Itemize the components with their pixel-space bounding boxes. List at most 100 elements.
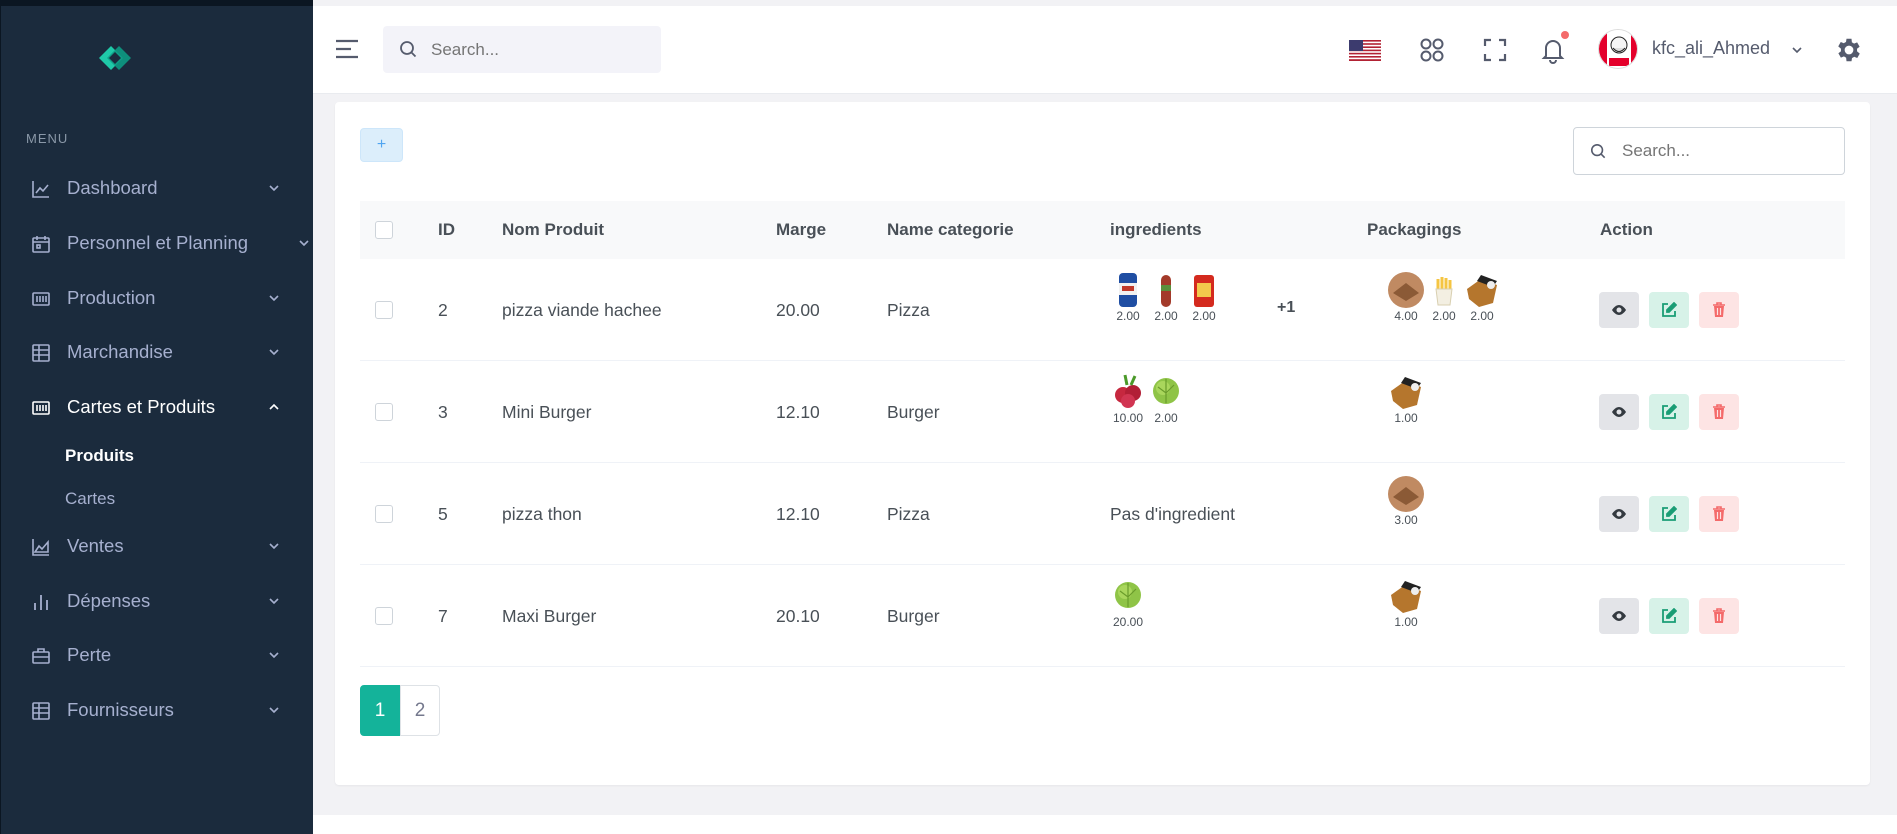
delete-button[interactable] [1699, 394, 1739, 430]
delete-button[interactable] [1699, 292, 1739, 328]
user-name[interactable]: kfc_ali_Ahmed [1652, 38, 1770, 59]
ingredient-qty: 2.00 [1116, 309, 1140, 323]
column-header-ingredients[interactable]: ingredients [1110, 201, 1202, 259]
sidebar-item-perte[interactable]: Perte [1, 634, 314, 676]
ingredient-qty: 20.00 [1112, 615, 1144, 629]
table-row: 2 pizza viande hachee 20.00 Pizza 2.00 2… [360, 259, 1845, 361]
packaging-qty: 4.00 [1394, 309, 1418, 323]
sidebar-item-marchandise[interactable]: Marchandise [1, 331, 314, 373]
sidebar-item-dashboard[interactable]: Dashboard [1, 167, 314, 209]
chevron-down-icon [269, 598, 279, 605]
sidebar-item-label: Dashboard [67, 177, 158, 198]
brand-logo[interactable] [97, 44, 135, 77]
grid-box-icon [31, 289, 51, 309]
menu-section-title: MENU [26, 131, 69, 146]
sidebar-subitem-cartes[interactable]: Cartes [65, 489, 115, 509]
edit-button[interactable] [1649, 598, 1689, 634]
pagination-page-1[interactable]: 1 [360, 685, 400, 736]
ingredient-qty: 2.00 [1154, 411, 1178, 425]
edit-button[interactable] [1649, 496, 1689, 532]
sidebar-subitem-produits[interactable]: Produits [65, 446, 134, 466]
view-button[interactable] [1599, 292, 1639, 328]
packaging-thumb: 2.00 [1429, 271, 1459, 323]
packaging-qty: 1.00 [1394, 615, 1418, 629]
fullscreen-icon[interactable] [1481, 36, 1509, 64]
edit-button[interactable] [1649, 394, 1689, 430]
top-search-input[interactable] [431, 26, 651, 73]
eye-icon [1612, 611, 1626, 621]
packaging-qty: 2.00 [1432, 309, 1456, 323]
packaging-thumb: 1.00 [1391, 577, 1421, 629]
sidebar-item-production[interactable]: Production [1, 277, 314, 319]
table-search-input[interactable] [1622, 128, 1832, 174]
cell-nom-produit: Maxi Burger [502, 605, 597, 626]
burger-box-icon [1467, 275, 1497, 307]
column-header-nom-produit[interactable]: Nom Produit [502, 201, 604, 259]
sidebar-item-label: Production [67, 287, 156, 308]
ingredients-more-count[interactable]: +1 [1277, 299, 1295, 317]
row-checkbox[interactable] [375, 403, 393, 421]
calendar-icon [31, 234, 51, 254]
cell-id: 3 [438, 401, 448, 422]
cell-marge: 12.10 [776, 503, 820, 524]
chart-area-icon [31, 537, 51, 557]
chevron-down-icon [269, 543, 279, 550]
eye-icon [1612, 509, 1626, 519]
column-header-marge[interactable]: Marge [776, 201, 826, 259]
ingredient-thumb: 2.00 [1113, 271, 1143, 323]
trash-icon [1713, 506, 1725, 521]
column-header-categorie[interactable]: Name categorie [887, 201, 1014, 259]
view-button[interactable] [1599, 598, 1639, 634]
top-search-box [383, 26, 661, 73]
packaging-thumb: 3.00 [1388, 475, 1424, 527]
view-button[interactable] [1599, 496, 1639, 532]
chevron-down-icon [269, 707, 279, 714]
chevron-down-icon [269, 295, 279, 302]
pagination-page-2[interactable]: 2 [400, 685, 440, 736]
row-checkbox[interactable] [375, 301, 393, 319]
table-row: 7 Maxi Burger 20.10 Burger 20.00 1.00 [360, 565, 1845, 667]
cell-marge: 20.10 [776, 605, 820, 626]
cell-nom-produit: Mini Burger [502, 401, 592, 422]
notification-dot [1561, 31, 1569, 39]
row-checkbox[interactable] [375, 505, 393, 523]
products-card: + ID Nom Produit Marge Name categorie in… [335, 102, 1870, 785]
eye-icon [1612, 305, 1626, 315]
trash-icon [1713, 302, 1725, 317]
column-header-id[interactable]: ID [438, 201, 455, 259]
ingredient-qty: 2.00 [1154, 309, 1178, 323]
search-icon [1590, 143, 1606, 159]
pizza-box-icon [1388, 476, 1424, 512]
edit-icon [1662, 608, 1677, 623]
bell-icon[interactable] [1539, 36, 1567, 64]
column-header-action: Action [1600, 220, 1653, 239]
view-button[interactable] [1599, 394, 1639, 430]
chevron-down-icon [269, 652, 279, 659]
chevron-down-icon[interactable] [1791, 44, 1803, 56]
sidebar-item-personnel[interactable]: Personnel et Planning [1, 222, 314, 264]
ingredient-thumb: 20.00 [1113, 577, 1143, 629]
row-checkbox[interactable] [375, 607, 393, 625]
avatar[interactable] [1598, 29, 1638, 69]
apps-grid-icon[interactable] [1418, 36, 1446, 64]
sidebar-item-cartes-et-produits[interactable]: Cartes et Produits [1, 386, 314, 428]
topbar: kfc_ali_Ahmed [313, 6, 1897, 94]
delete-button[interactable] [1699, 496, 1739, 532]
lettuce-icon [1115, 582, 1141, 608]
delete-button[interactable] [1699, 598, 1739, 634]
edit-button[interactable] [1649, 292, 1689, 328]
table-row: 5 pizza thon 12.10 Pizza Pas d'ingredien… [360, 463, 1845, 565]
lettuce-icon [1153, 378, 1179, 404]
gear-icon[interactable] [1834, 35, 1864, 65]
sidebar-item-label: Fournisseurs [67, 699, 174, 720]
sidebar-item-ventes[interactable]: Ventes [1, 525, 314, 567]
us-flag-icon[interactable] [1349, 40, 1381, 61]
cell-categorie: Burger [887, 401, 940, 422]
column-header-packagings[interactable]: Packagings [1367, 201, 1462, 259]
sidebar-item-depenses[interactable]: Dépenses [1, 580, 314, 622]
add-product-button[interactable]: + [360, 128, 403, 162]
hamburger-menu-icon[interactable] [335, 38, 359, 60]
cell-categorie: Pizza [887, 299, 930, 320]
sidebar-item-fournisseurs[interactable]: Fournisseurs [1, 689, 314, 731]
select-all-checkbox[interactable] [375, 221, 393, 239]
